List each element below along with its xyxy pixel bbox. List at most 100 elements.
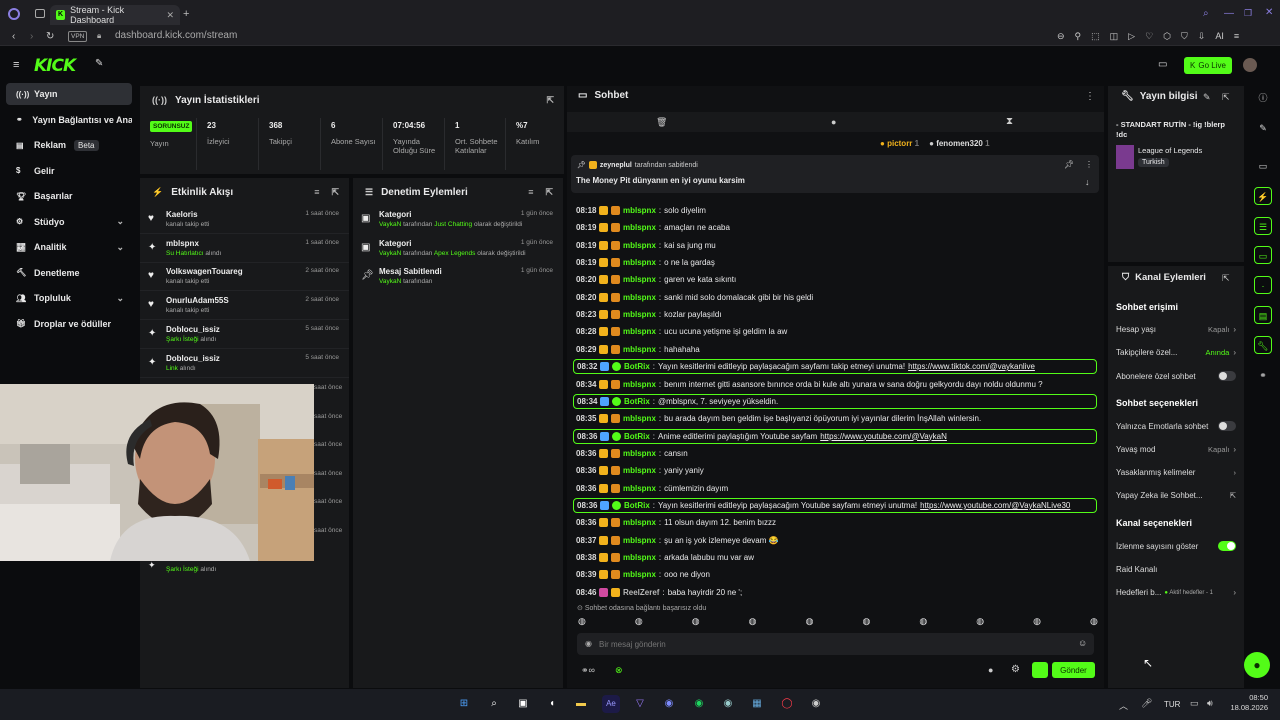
chat-message[interactable]: 08:18 mblspnx: solo diyelim [576,203,1096,218]
chat-message[interactable]: 08:32 BotRix: Yayın kesitlerimi editleyip … [573,359,1097,375]
discord-icon[interactable]: ◉ [660,695,678,713]
after-effects-icon[interactable]: Ae [602,695,620,713]
chat-message[interactable]: 08:20 mblspnx: sanki mid solo domalacak gi… [576,290,1096,305]
task-view-icon[interactable]: ▣ [514,695,532,713]
unpin-icon[interactable]: 📌︎ [1064,160,1074,169]
reload-icon[interactable]: ↻ [46,31,54,42]
shield-icon[interactable]: ⛉ [1181,31,1188,42]
sidebar-item[interactable]: 🎁︎ Droplar ve ödüller [6,313,132,335]
emote-icon[interactable]: ◍ [976,616,984,628]
minimize-icon[interactable]: — [1224,8,1234,19]
message-user[interactable]: mblspnx [623,206,656,215]
app-icon[interactable]: ▦ [748,695,766,713]
chat-input-box[interactable]: ◉ ☺ [577,633,1094,655]
followers-only-row[interactable]: Takipçilere özel... Anında › [1116,348,1236,357]
chat-mode-icon[interactable]: ◉ [585,639,592,648]
message-user[interactable]: mblspnx [623,553,656,562]
gear-icon[interactable]: ⚙ [1011,664,1020,675]
banned-words-row[interactable]: Yasaklanmış kelimeler › [1116,468,1236,477]
chat-message[interactable]: 08:34 mblspnx: benım internet gitti asanso… [576,377,1096,392]
chat-message[interactable]: 08:38 mblspnx: arkada labubu mu var aw [576,550,1096,565]
chat-message[interactable]: 08:36 BotRix: Anime editlerimi paylaştığım… [573,428,1097,444]
popout-icon[interactable]: ⇱ [331,187,339,198]
chat-message-input[interactable] [599,637,1069,651]
emote-icon[interactable]: ◍ [806,616,814,628]
back-icon[interactable]: ‹ [12,31,15,42]
media-icon[interactable]: ▭ [1254,157,1272,175]
send-button[interactable]: Gönder [1052,662,1095,678]
chat-message[interactable]: 08:37 mblspnx: şu an iş yok izlemeye devam… [576,533,1096,548]
network-icon[interactable]: ▭ [1190,698,1199,709]
message-user[interactable]: BotRix [624,501,650,510]
clock[interactable]: 08:50 18.08.2026 [1228,693,1268,713]
volume-icon[interactable]: 🔊︎ [1207,698,1213,709]
tab-close-icon[interactable]: ✕ [166,10,174,21]
message-user[interactable]: BotRix [624,397,650,406]
forward-icon[interactable]: › [30,31,33,42]
message-link[interactable]: https://www.youtube.com/@VaykaN [820,432,947,441]
chat-message[interactable]: 08:35 mblspnx: bu arada dayım ben geldim i… [576,411,1096,426]
emoji-icon[interactable]: ☺ [1078,638,1087,648]
list-icon[interactable]: ☰ [1254,217,1272,235]
account-age-row[interactable]: Hesap yaşı Kapalı › [1116,325,1236,334]
chat-message[interactable]: 08:29 mblspnx: hahahaha [576,342,1096,357]
proton-vpn-icon[interactable]: ▽ [631,695,649,713]
message-user[interactable]: mblspnx [623,414,656,423]
screenshot-icon[interactable]: ⬚ [1091,31,1100,42]
bolt-icon[interactable]: ⚡ [1254,187,1272,205]
message-user[interactable]: BotRix [624,432,650,441]
emote-icon[interactable]: ◍ [635,616,643,628]
message-user[interactable]: ReelZeref [623,588,659,597]
info-icon[interactable]: ⓘ [1254,89,1272,107]
pinned-more-icon[interactable]: ⋮ [1085,160,1093,169]
viewer-count-toggle[interactable] [1218,541,1236,551]
sidebar-item[interactable]: 📈︎ Analitik ⌄ [6,236,132,258]
ai-button[interactable]: AI [1215,31,1224,42]
browser-tab[interactable]: K Stream - Kick Dashboard ✕ [50,5,180,25]
message-user[interactable]: mblspnx [623,570,656,579]
chat-message[interactable]: 08:36 mblspnx: cümlemizin dayım [576,481,1096,496]
activity-item[interactable]: ♥ VolkswagenTouareg kanalı takip etti 2 saa… [140,263,349,292]
new-tab-icon[interactable]: + [183,8,189,20]
broadcast-icon[interactable]: · [1254,276,1272,294]
search-icon[interactable]: ⌕ [485,695,503,713]
top-chatter[interactable]: ● fenomen320 1 [929,139,989,148]
pin-tool-icon[interactable]: ✎ [95,58,103,69]
steam-icon[interactable]: ◉ [719,695,737,713]
media-icon[interactable]: ▭ [1158,59,1167,70]
spotify-icon[interactable]: ◉ [690,695,708,713]
chat-message[interactable]: 08:19 mblspnx: o ne la gardaş [576,255,1096,270]
stream-tag[interactable]: Turkish [1138,158,1169,167]
message-user[interactable]: mblspnx [623,536,656,545]
chat-message[interactable]: 08:19 mblspnx: kai sa jung mu [576,238,1096,253]
activity-item[interactable]: ✦ Doblocu_issiz Link alındı 5 saat önce [140,350,349,378]
help-chat-icon[interactable]: ● [1244,652,1270,678]
ai-chat-row[interactable]: Yapay Zeka ile Sohbet... ⇱ [1116,491,1236,500]
emote-icon[interactable]: ◍ [749,616,757,628]
emote-icon[interactable]: ◍ [1090,616,1098,628]
maximize-icon[interactable]: ❐ [1244,8,1252,19]
moderation-item[interactable]: ▣ Kategori VaykaN tarafından Apex Legends … [353,235,563,263]
heart-outline-icon[interactable]: ♡ [1145,31,1153,42]
chat-message[interactable]: 08:20 mblspnx: garen ve kata sıkıntı [576,272,1096,287]
trash-icon[interactable]: 🗑︎ [656,117,667,128]
emote-icon[interactable]: ◍ [692,616,700,628]
obs-icon[interactable]: ◉ [807,695,825,713]
message-user[interactable]: mblspnx [623,466,656,475]
activity-item[interactable]: ✦ mblspnx Su Hatırlatıcı alındı 1 saat önce [140,235,349,263]
chat-settings-link-icon[interactable]: ⚭∞ [581,665,595,676]
extensions-icon[interactable]: ⬡ [1163,31,1171,42]
message-user[interactable]: mblspnx [623,293,656,302]
message-user[interactable]: mblspnx [623,310,656,319]
start-icon[interactable]: ⊞ [455,695,473,713]
message-user[interactable]: mblspnx [623,518,656,527]
chat-message[interactable]: 08:36 BotRix: Yayın kesitlerimi editleyip … [573,497,1097,513]
expand-icon[interactable]: ↓ [1085,177,1090,187]
audio-app-icon[interactable]: ◖ [543,695,561,713]
activity-item[interactable]: ♥ Kaeloris kanalı takip etti 1 saat önce [140,206,349,234]
download-icon[interactable]: ⇩ [1198,31,1206,42]
pinned-message[interactable]: 📌︎ zeyneplul tarafından sabitlendi The Mon… [571,155,1099,193]
opera-gx-icon[interactable]: ◯ [778,695,796,713]
chat-more-icon[interactable]: ⋮ [1085,91,1095,102]
chat-icon[interactable]: ▭ [1254,246,1272,264]
